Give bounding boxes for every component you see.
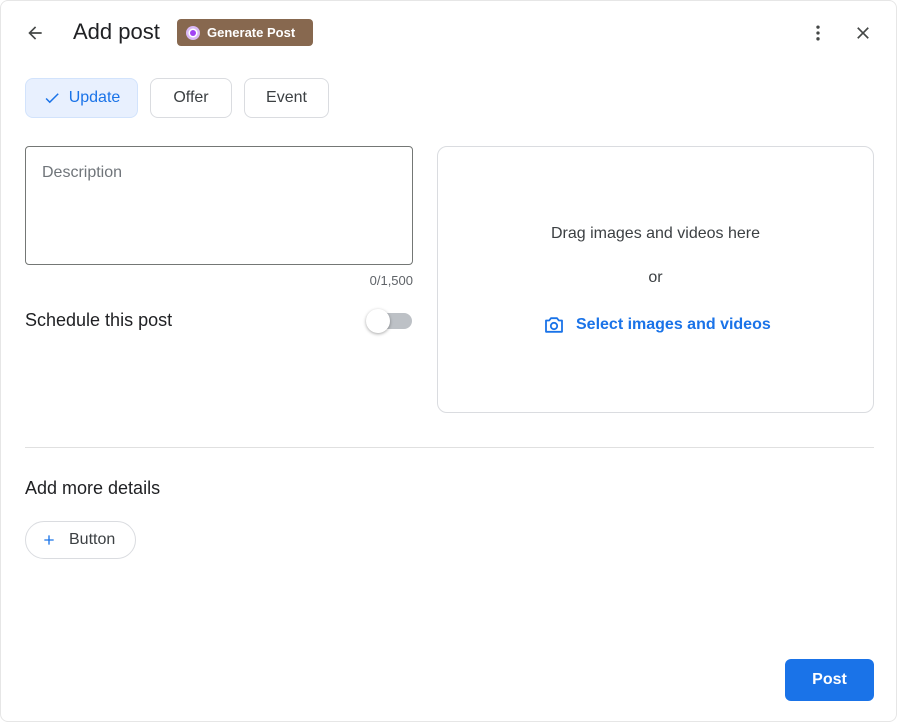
- tab-offer[interactable]: Offer: [150, 78, 232, 118]
- add-button-chip[interactable]: Button: [25, 521, 136, 559]
- schedule-toggle[interactable]: [366, 308, 414, 334]
- schedule-label: Schedule this post: [25, 310, 173, 330]
- select-media-link[interactable]: Select images and videos: [542, 313, 771, 337]
- tab-update[interactable]: Update: [25, 78, 138, 118]
- section-divider: [25, 447, 874, 448]
- add-post-dialog: Add post Generate Post Update Offer Even…: [0, 0, 897, 722]
- media-drop-zone[interactable]: Drag images and videos here or Select im…: [437, 146, 874, 413]
- add-button-label: Button: [69, 531, 116, 548]
- generate-post-button[interactable]: Generate Post: [177, 19, 313, 46]
- drag-instructions: Drag images and videos here: [550, 225, 760, 242]
- or-separator: or: [648, 269, 663, 286]
- back-button[interactable]: [19, 17, 51, 49]
- dialog-title: Add post: [73, 19, 160, 44]
- toggle-knob: [366, 309, 390, 333]
- more-options-button[interactable]: [802, 17, 834, 49]
- generate-post-label: Generate Post: [207, 25, 296, 40]
- tab-update-label: Update: [68, 89, 121, 106]
- tab-event[interactable]: Event: [244, 78, 329, 118]
- check-icon: [45, 93, 59, 104]
- more-details-heading: Add more details: [25, 478, 161, 498]
- camera-icon: [545, 317, 563, 333]
- post-button[interactable]: Post: [785, 659, 874, 701]
- sparkle-circle-icon: [185, 25, 201, 41]
- description-input[interactable]: [25, 146, 413, 265]
- arrow-left-icon: [28, 26, 42, 40]
- select-media-label: Select images and videos: [576, 316, 771, 333]
- character-counter: 0/1,500: [369, 273, 413, 288]
- more-vertical-icon: [816, 25, 820, 41]
- tab-event-label: Event: [266, 89, 307, 106]
- close-icon: [857, 27, 869, 39]
- close-button[interactable]: [847, 17, 879, 49]
- plus-icon: [44, 535, 54, 545]
- tab-offer-label: Offer: [173, 89, 209, 106]
